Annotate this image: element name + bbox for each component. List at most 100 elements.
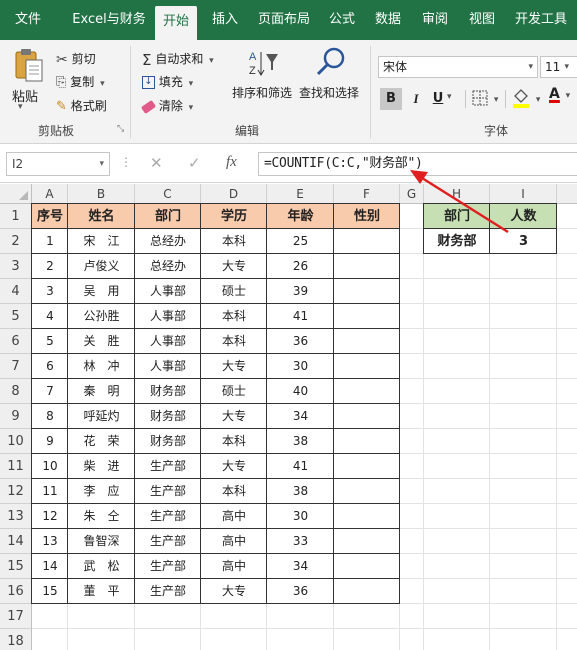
summary-dept-cell[interactable]: 财务部 [424,229,490,254]
table-cell[interactable]: 26 [267,254,334,279]
row-header-10[interactable]: 10 [0,429,32,454]
fill-dropdown-icon[interactable]: ▾ [189,79,194,89]
row-header-8[interactable]: 8 [0,379,32,404]
copy-button[interactable]: ⎘ 复制 ▾ [56,73,105,90]
tab-formulas[interactable]: 公式 [322,0,362,40]
tab-home[interactable]: 开始 [155,6,197,40]
cancel-icon[interactable]: ✕ [150,154,163,172]
row-header-9[interactable]: 9 [0,404,32,429]
table-cell[interactable]: 硕士 [201,279,267,304]
table-cell[interactable]: 关 胜 [68,329,135,354]
sort-filter-button[interactable]: 排序和筛选 [232,84,292,101]
table-cell[interactable]: 大专 [201,579,267,604]
column-header-i[interactable]: I [490,184,557,204]
table-cell[interactable]: 30 [267,504,334,529]
row-header-11[interactable]: 11 [0,454,32,479]
table-cell[interactable] [334,229,400,254]
formula-input[interactable]: =COUNTIF(C:C,"财务部") [258,152,577,176]
table-cell[interactable]: 生产部 [135,554,201,579]
autosum-button[interactable]: Σ 自动求和 ▾ [142,50,214,69]
paste-dropdown-icon[interactable]: ▾ [18,102,23,112]
row-header-12[interactable]: 12 [0,479,32,504]
row-header-16[interactable]: 16 [0,579,32,604]
insert-function-icon[interactable]: fx [226,154,237,171]
row-header-14[interactable]: 14 [0,529,32,554]
row-header-1[interactable]: 1 [0,204,32,229]
table-cell[interactable]: 大专 [201,254,267,279]
table-cell[interactable]: 高中 [201,529,267,554]
column-header-a[interactable]: A [32,184,68,204]
find-select-button[interactable]: 查找和选择 [299,84,359,101]
table-cell[interactable]: 财务部 [135,404,201,429]
table-cell[interactable]: 财务部 [135,429,201,454]
underline-button[interactable]: U [430,88,446,110]
table-cell[interactable]: 12 [32,504,68,529]
table-cell[interactable]: 2 [32,254,68,279]
summary-header-dept[interactable]: 部门 [424,204,490,229]
table-header-cell[interactable]: 年龄 [267,204,334,229]
table-cell[interactable]: 30 [267,354,334,379]
table-cell[interactable]: 高中 [201,554,267,579]
table-cell[interactable]: 李 应 [68,479,135,504]
bold-button[interactable]: B [380,88,402,110]
font-color-button[interactable]: A ▾ [549,86,570,102]
table-cell[interactable]: 40 [267,379,334,404]
font-size-dropdown-icon[interactable]: ▾ [564,57,569,77]
table-cell[interactable]: 硕士 [201,379,267,404]
name-box[interactable]: I2 ▾ [6,152,110,176]
tab-data[interactable]: 数据 [368,0,408,40]
enter-icon[interactable]: ✓ [188,154,201,172]
font-color-dropdown-icon[interactable]: ▾ [566,91,571,101]
table-cell[interactable]: 秦 明 [68,379,135,404]
table-cell[interactable] [334,279,400,304]
table-cell[interactable]: 卢俊义 [68,254,135,279]
table-cell[interactable]: 9 [32,429,68,454]
table-cell[interactable]: 人事部 [135,279,201,304]
table-cell[interactable]: 总经办 [135,254,201,279]
table-cell[interactable]: 本科 [201,304,267,329]
borders-button[interactable]: ▾ [472,90,498,106]
table-cell[interactable]: 33 [267,529,334,554]
table-cell[interactable]: 大专 [201,404,267,429]
tab-insert[interactable]: 插入 [203,0,247,40]
table-cell[interactable] [334,454,400,479]
table-cell[interactable]: 本科 [201,429,267,454]
table-cell[interactable] [334,554,400,579]
table-cell[interactable]: 10 [32,454,68,479]
table-header-cell[interactable]: 学历 [201,204,267,229]
table-cell[interactable] [334,529,400,554]
paste-button[interactable] [14,48,44,84]
font-name-select[interactable]: 宋体 ▾ [378,56,538,78]
table-cell[interactable]: 呼延灼 [68,404,135,429]
summary-count-cell[interactable]: 3 [490,229,557,254]
table-cell[interactable]: 大专 [201,354,267,379]
table-cell[interactable]: 本科 [201,229,267,254]
table-cell[interactable]: 生产部 [135,479,201,504]
table-cell[interactable]: 8 [32,404,68,429]
table-cell[interactable]: 大专 [201,454,267,479]
table-cell[interactable]: 39 [267,279,334,304]
table-cell[interactable]: 生产部 [135,454,201,479]
table-cell[interactable]: 生产部 [135,504,201,529]
row-header-3[interactable]: 3 [0,254,32,279]
row-header-5[interactable]: 5 [0,304,32,329]
table-cell[interactable]: 36 [267,329,334,354]
column-header-e[interactable]: E [267,184,334,204]
sort-filter-icon[interactable]: A Z [247,48,281,78]
table-cell[interactable]: 生产部 [135,579,201,604]
table-cell[interactable]: 高中 [201,504,267,529]
table-cell[interactable]: 花 荣 [68,429,135,454]
row-header-13[interactable]: 13 [0,504,32,529]
table-cell[interactable] [334,404,400,429]
table-cell[interactable] [334,429,400,454]
table-cell[interactable] [334,579,400,604]
underline-dropdown-icon[interactable]: ▾ [447,92,452,102]
borders-dropdown-icon[interactable]: ▾ [494,95,499,105]
tab-developer[interactable]: 开发工具 [508,0,574,40]
table-cell[interactable]: 本科 [201,329,267,354]
row-header-7[interactable]: 7 [0,354,32,379]
table-cell[interactable]: 人事部 [135,304,201,329]
table-cell[interactable]: 15 [32,579,68,604]
row-header-17[interactable]: 17 [0,604,32,629]
table-cell[interactable]: 柴 进 [68,454,135,479]
